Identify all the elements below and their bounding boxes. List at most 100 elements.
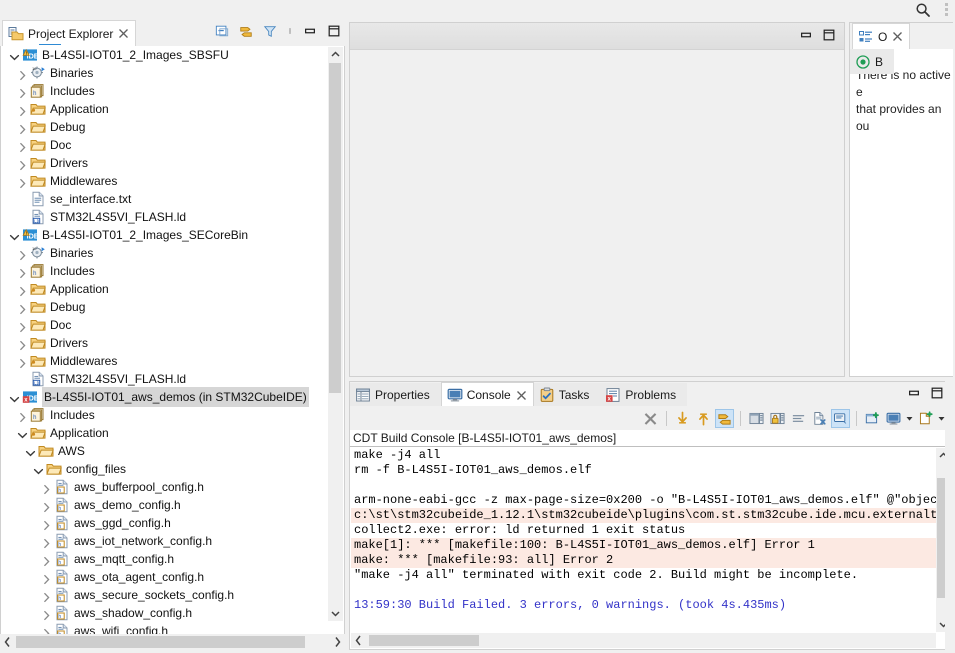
tree-item[interactable]: 10 Binaries — [1, 244, 344, 262]
link-with-editor-icon[interactable] — [239, 24, 253, 38]
chevron-right-icon[interactable] — [17, 338, 28, 350]
tree-item[interactable]: Middlewares — [1, 172, 344, 190]
scroll-down-arrow-icon[interactable] — [328, 606, 343, 621]
chevron-right-icon[interactable] — [17, 158, 28, 170]
tree-item[interactable]: Drivers — [1, 334, 344, 352]
chevron-right-icon[interactable] — [41, 590, 52, 602]
tree-item[interactable]: h aws_demo_config.h — [1, 496, 344, 514]
minimize-icon[interactable] — [907, 386, 921, 400]
chevron-right-icon[interactable] — [41, 518, 52, 530]
chevron-right-icon[interactable] — [17, 410, 28, 422]
tab-tasks[interactable]: Tasks — [533, 382, 601, 408]
tree-horizontal-scrollbar[interactable] — [0, 634, 345, 650]
chevron-right-icon[interactable] — [41, 500, 52, 512]
tree-item[interactable]: Drivers — [1, 154, 344, 172]
tree-item[interactable]: Doc — [1, 136, 344, 154]
scroll-lock-icon[interactable] — [789, 409, 808, 428]
chevron-right-icon[interactable] — [17, 68, 28, 80]
show-console-icon[interactable] — [747, 409, 766, 428]
filter-icon[interactable] — [263, 24, 277, 38]
chevron-right-icon[interactable] — [17, 320, 28, 332]
tree-vertical-scrollbar[interactable] — [328, 47, 343, 621]
collapse-all-icon[interactable] — [215, 24, 229, 38]
maximize-icon[interactable] — [327, 24, 341, 38]
chevron-right-icon[interactable] — [17, 104, 28, 116]
tree-item[interactable]: 10 Binaries — [1, 64, 344, 82]
scroll-left-arrow-icon[interactable] — [0, 634, 15, 650]
chevron-down-icon[interactable] — [17, 428, 28, 439]
console-horizontal-scrollbar[interactable] — [351, 633, 936, 648]
chevron-right-icon[interactable] — [17, 302, 28, 314]
chevron-right-icon[interactable] — [17, 176, 28, 188]
tree-item[interactable]: Application — [1, 280, 344, 298]
minimize-icon[interactable] — [799, 28, 813, 42]
chevron-right-icon[interactable] — [17, 140, 28, 152]
tree-item[interactable]: IDE! B-L4S5I-IOT01_2_Images_SECoreBin — [1, 226, 344, 244]
tree-item[interactable]: h aws_bufferpool_config.h — [1, 478, 344, 496]
tab-build-targets[interactable]: B — [850, 49, 895, 74]
tree-item[interactable]: h aws_iot_network_config.h — [1, 532, 344, 550]
console-output[interactable]: make -j4 all rm -f B-L4S5I-IOT01_aws_demo… — [351, 448, 951, 648]
tree-item[interactable]: IDE! B-L4S5I-IOT01_2_Images_SBSFU — [1, 46, 344, 64]
toggle-wordwrap-icon[interactable] — [715, 409, 734, 428]
tree-item[interactable]: config_files — [1, 460, 344, 478]
scroll-up-icon[interactable] — [694, 409, 713, 428]
tree-item[interactable]: h aws_ota_agent_config.h — [1, 568, 344, 586]
close-icon[interactable] — [118, 28, 129, 39]
scroll-left-arrow-icon[interactable] — [351, 633, 366, 648]
chevron-down-icon[interactable] — [33, 464, 44, 475]
tree-item[interactable]: h aws_shadow_config.h — [1, 604, 344, 622]
scroll-down-icon[interactable] — [673, 409, 692, 428]
clear-console-icon[interactable] — [810, 409, 829, 428]
chevron-right-icon[interactable] — [17, 266, 28, 278]
tree-item[interactable]: h Includes — [1, 82, 344, 100]
tree-item[interactable]: Debug — [1, 298, 344, 316]
chevron-right-icon[interactable] — [41, 482, 52, 494]
tree-item[interactable]: h aws_ggd_config.h — [1, 514, 344, 532]
tree-item[interactable]: h aws_secure_sockets_config.h — [1, 586, 344, 604]
tree-item[interactable]: LD STM32L4S5VI_FLASH.ld — [1, 370, 344, 388]
close-icon[interactable] — [892, 31, 903, 42]
top-overflow-dots[interactable] — [945, 3, 949, 17]
chevron-right-icon[interactable] — [41, 608, 52, 620]
chevron-down-icon[interactable] — [9, 230, 20, 241]
tree-hscroll-thumb[interactable] — [16, 636, 305, 648]
tree-item[interactable]: IDE x B-L4S5I-IOT01_aws_demos (in STM32Cub… — [1, 387, 344, 407]
maximize-icon[interactable] — [930, 386, 944, 400]
chevron-right-icon[interactable] — [17, 86, 28, 98]
tree-scroll-thumb[interactable] — [329, 63, 341, 393]
terminate-icon[interactable] — [641, 409, 660, 428]
tree-item[interactable]: Doc — [1, 316, 344, 334]
tree-item[interactable]: h aws_mqtt_config.h — [1, 550, 344, 568]
chevron-right-icon[interactable] — [17, 284, 28, 296]
tab-properties[interactable]: Properties — [350, 382, 441, 408]
tab-outline[interactable]: O — [852, 23, 911, 50]
chevron-down-icon[interactable] — [905, 409, 914, 428]
chevron-down-icon[interactable] — [25, 446, 36, 457]
display-selected-console-icon[interactable] — [831, 409, 850, 428]
maximize-icon[interactable] — [822, 28, 836, 42]
chevron-right-icon[interactable] — [17, 356, 28, 368]
chevron-right-icon[interactable] — [17, 248, 28, 260]
close-icon[interactable] — [516, 390, 527, 401]
chevron-down-icon[interactable] — [9, 392, 20, 403]
chevron-right-icon[interactable] — [41, 536, 52, 548]
tab-project-explorer[interactable]: Project Explorer — [2, 20, 137, 47]
tree-item[interactable]: h Includes — [1, 406, 344, 424]
open-console-icon[interactable] — [884, 409, 903, 428]
tree-item[interactable]: Middlewares — [1, 352, 344, 370]
pin-console-icon[interactable] — [768, 409, 787, 428]
tree-item[interactable]: AWS — [1, 442, 344, 460]
new-console-view-icon[interactable] — [863, 409, 882, 428]
tree-item[interactable]: Debug — [1, 118, 344, 136]
tab-console[interactable]: Console — [440, 382, 534, 408]
tree-item[interactable]: Application — [1, 424, 344, 442]
view-menu-icon[interactable] — [287, 24, 293, 38]
scroll-up-arrow-icon[interactable] — [328, 47, 343, 62]
project-tree[interactable]: IDE! B-L4S5I-IOT01_2_Images_SBSFU 10 Binari… — [0, 46, 345, 638]
chevron-right-icon[interactable] — [41, 554, 52, 566]
chevron-right-icon[interactable] — [17, 122, 28, 134]
tree-item[interactable]: Application — [1, 100, 344, 118]
tree-item[interactable]: se_interface.txt — [1, 190, 344, 208]
console-hscroll-thumb[interactable] — [369, 635, 479, 646]
